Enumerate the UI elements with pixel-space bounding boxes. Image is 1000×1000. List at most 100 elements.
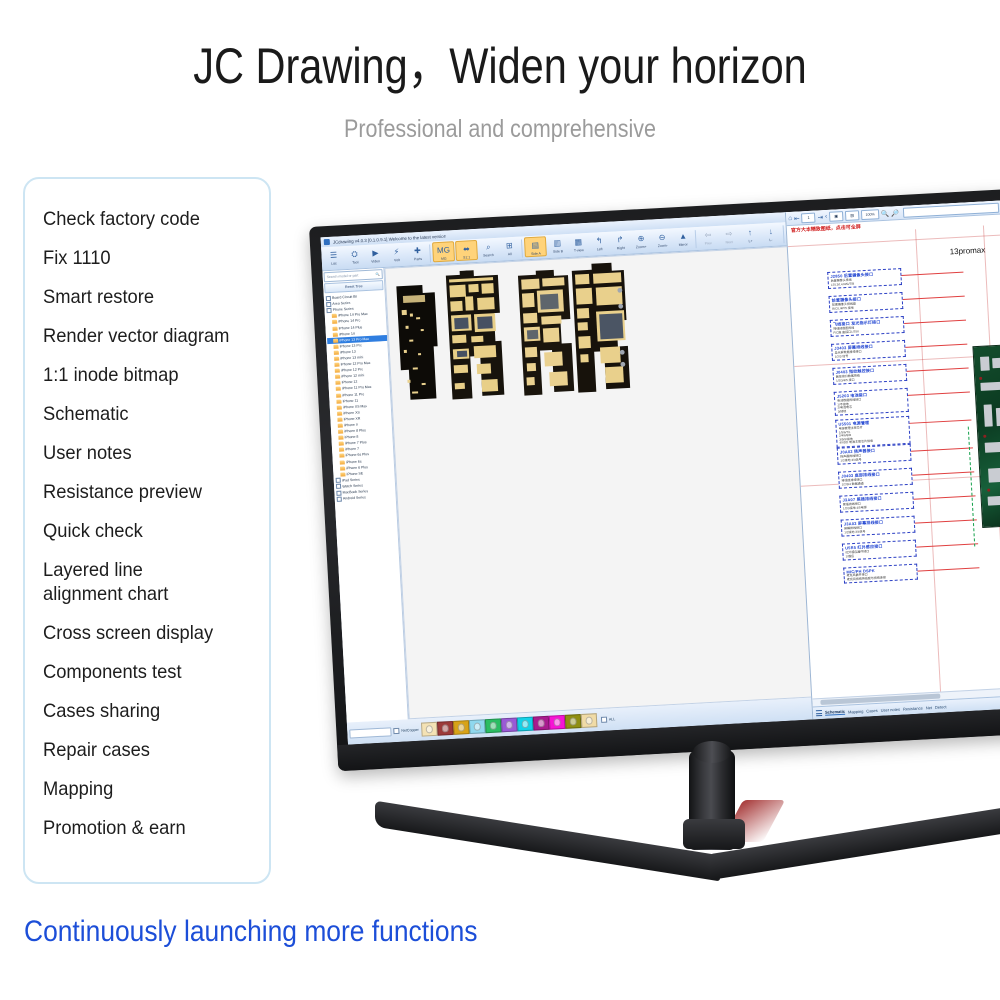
- folder-icon[interactable]: [340, 472, 346, 477]
- page-number-input[interactable]: 1: [801, 212, 816, 223]
- color-swatch-layer-2[interactable]: [437, 720, 455, 736]
- toolbar-button-video[interactable]: ▶ Video: [365, 245, 386, 264]
- folder-icon[interactable]: [337, 423, 343, 428]
- expand-box-icon[interactable]: [326, 307, 332, 313]
- color-swatch-layer-4[interactable]: [469, 719, 487, 735]
- color-swatch-layer-6[interactable]: [501, 717, 518, 733]
- colorbar-input[interactable]: [349, 726, 392, 739]
- toolbar-button-all[interactable]: ⊞ All: [499, 238, 520, 257]
- toolbar-button-label: T-view: [573, 248, 584, 253]
- toolbar-button-list[interactable]: ☰ List: [323, 247, 344, 266]
- toolbar-button-mirror[interactable]: ▲ Mirror: [673, 228, 694, 247]
- folder-icon[interactable]: [339, 447, 345, 453]
- toolbar-separator: [520, 239, 523, 258]
- menu-icon[interactable]: [815, 709, 823, 717]
- color-swatch-layer-8[interactable]: [533, 715, 550, 731]
- color-swatch-layer-3[interactable]: [453, 720, 471, 735]
- expand-box-icon[interactable]: [335, 484, 342, 490]
- first-page-icon[interactable]: ⇤: [794, 214, 800, 222]
- zoom-level-select[interactable]: 100%: [860, 208, 880, 220]
- folder-icon[interactable]: [332, 332, 338, 337]
- expand-box-icon[interactable]: [325, 295, 332, 301]
- toolbar-button-mg[interactable]: MG MG: [432, 241, 456, 263]
- folder-icon[interactable]: [339, 453, 345, 459]
- all-layers-toggle[interactable]: ALL: [601, 716, 615, 723]
- color-swatch-layer-7[interactable]: [517, 716, 534, 732]
- toolbar-button-prev[interactable]: ⇦ Prev: [698, 227, 719, 246]
- viewer-tab-mapping[interactable]: Mapping: [848, 708, 864, 714]
- folder-icon[interactable]: [332, 320, 338, 325]
- fit-width-icon[interactable]: ▤: [844, 209, 860, 221]
- folder-icon[interactable]: [334, 356, 340, 361]
- toolbar-button-tool[interactable]: ⛭ Tool: [344, 246, 365, 265]
- feature-item: Check factory code: [43, 207, 200, 230]
- toolbar-button-side-a[interactable]: ▤ Side A: [523, 236, 547, 258]
- prev-page-icon[interactable]: ‹: [825, 213, 828, 220]
- toolbar-button-t-view[interactable]: ▦ T-view: [568, 234, 589, 253]
- toolbar-button-next[interactable]: ⇨ Next: [719, 226, 740, 245]
- color-swatch-layer-10[interactable]: [565, 713, 582, 729]
- folder-icon[interactable]: [335, 374, 341, 380]
- viewer-tab-net[interactable]: Net: [926, 705, 932, 710]
- viewer-tab-schematic[interactable]: Schematic: [824, 708, 846, 716]
- toolbar-button-zoom-[interactable]: ⊕ Zoom+: [631, 231, 652, 250]
- viewer-tab-detect[interactable]: Detect: [935, 704, 947, 710]
- feature-item: Quick check: [43, 519, 143, 542]
- toolbar-button-left[interactable]: ↰ Left: [589, 233, 610, 252]
- folder-icon[interactable]: [338, 429, 344, 434]
- all-checkbox[interactable]: [601, 716, 608, 723]
- viewer-tab-user-notes[interactable]: User notes: [881, 706, 901, 712]
- folder-icon[interactable]: [332, 326, 338, 331]
- folder-icon[interactable]: [338, 435, 344, 440]
- net-copper-checkbox[interactable]: [393, 727, 400, 735]
- color-swatch-layer-1[interactable]: [421, 721, 439, 737]
- toolbar-button-side-b[interactable]: ▥ Side B: [547, 235, 568, 254]
- expand-box-icon[interactable]: [336, 490, 342, 496]
- toolbar-button-label: S1:1: [463, 255, 471, 260]
- folder-icon[interactable]: [339, 459, 345, 465]
- annotation-box: U5R5 红外感应接口 红外感应器件接口 1/感应: [841, 539, 917, 561]
- folder-icon[interactable]: [336, 399, 342, 404]
- zoom-out-icon[interactable]: 🔎: [891, 209, 899, 217]
- color-swatch-layer-9[interactable]: [549, 714, 566, 730]
- viewer-tab-resistance[interactable]: Resistance: [903, 705, 923, 711]
- folder-icon[interactable]: [337, 411, 343, 416]
- toolbar-button-right[interactable]: ↱ Right: [610, 232, 631, 251]
- t-view-icon: ▦: [574, 237, 583, 247]
- expand-box-icon[interactable]: [335, 478, 341, 484]
- folder-icon[interactable]: [331, 313, 337, 319]
- color-swatch-layer-11[interactable]: [581, 713, 598, 728]
- folder-icon[interactable]: [337, 417, 343, 422]
- home-icon[interactable]: ⌂: [788, 215, 792, 222]
- schematic-viewer-window[interactable]: ⌂ ⇤ 1 ⇥ ‹ ▣ ▤ 100% 🔍 🔎 官方大本精致图纸，点击可全屏 13…: [784, 200, 1000, 720]
- folder-icon[interactable]: [335, 380, 341, 386]
- viewer-find-input[interactable]: [903, 202, 1000, 218]
- folder-icon[interactable]: [339, 466, 346, 471]
- viewer-toolbar[interactable]: ⌂ ⇤ 1 ⇥ ‹ ▣ ▤ 100% 🔍 🔎: [785, 200, 1000, 227]
- toolbar-button-parts[interactable]: ✚ Parts: [407, 243, 428, 262]
- folder-icon[interactable]: [336, 393, 342, 398]
- last-page-icon[interactable]: ⇥: [817, 213, 823, 221]
- annotation-box: J5203 电池接口 电池数据排线接口 1/不接地 2/电池电芯 3/接地: [833, 387, 909, 417]
- folder-icon[interactable]: [333, 344, 339, 349]
- folder-icon[interactable]: [335, 386, 341, 392]
- toolbar-button-zoom-[interactable]: ⊖ Zoom-: [652, 229, 673, 248]
- toolbar-button-search[interactable]: ⌕ Search: [478, 239, 499, 258]
- folder-icon[interactable]: [334, 362, 340, 367]
- folder-icon[interactable]: [333, 350, 339, 355]
- expand-box-icon[interactable]: [336, 496, 342, 502]
- toolbar-button-l-[interactable]: ↑ L+: [740, 225, 761, 244]
- toolbar-button-volt[interactable]: ⚡ Volt: [386, 244, 407, 263]
- expand-box-icon[interactable]: [326, 301, 332, 307]
- folder-icon[interactable]: [333, 338, 339, 343]
- color-swatch-layer-5[interactable]: [485, 718, 502, 734]
- folder-icon[interactable]: [336, 405, 342, 410]
- viewer-canvas[interactable]: J2850 后置摄像头接口 后置摄像头排线 L2/L3/L4 R/G/T/B 前置摄…: [787, 225, 1000, 700]
- toolbar-button-l-[interactable]: ↓ L-: [761, 223, 782, 242]
- folder-icon[interactable]: [334, 368, 340, 373]
- toolbar-button-s1-1[interactable]: ⬌ S1:1: [454, 239, 479, 262]
- zoom-in-icon[interactable]: 🔍: [881, 209, 889, 217]
- folder-icon[interactable]: [338, 441, 344, 447]
- viewer-tab-cases[interactable]: Cases: [866, 707, 878, 713]
- fit-page-icon[interactable]: ▣: [828, 210, 844, 222]
